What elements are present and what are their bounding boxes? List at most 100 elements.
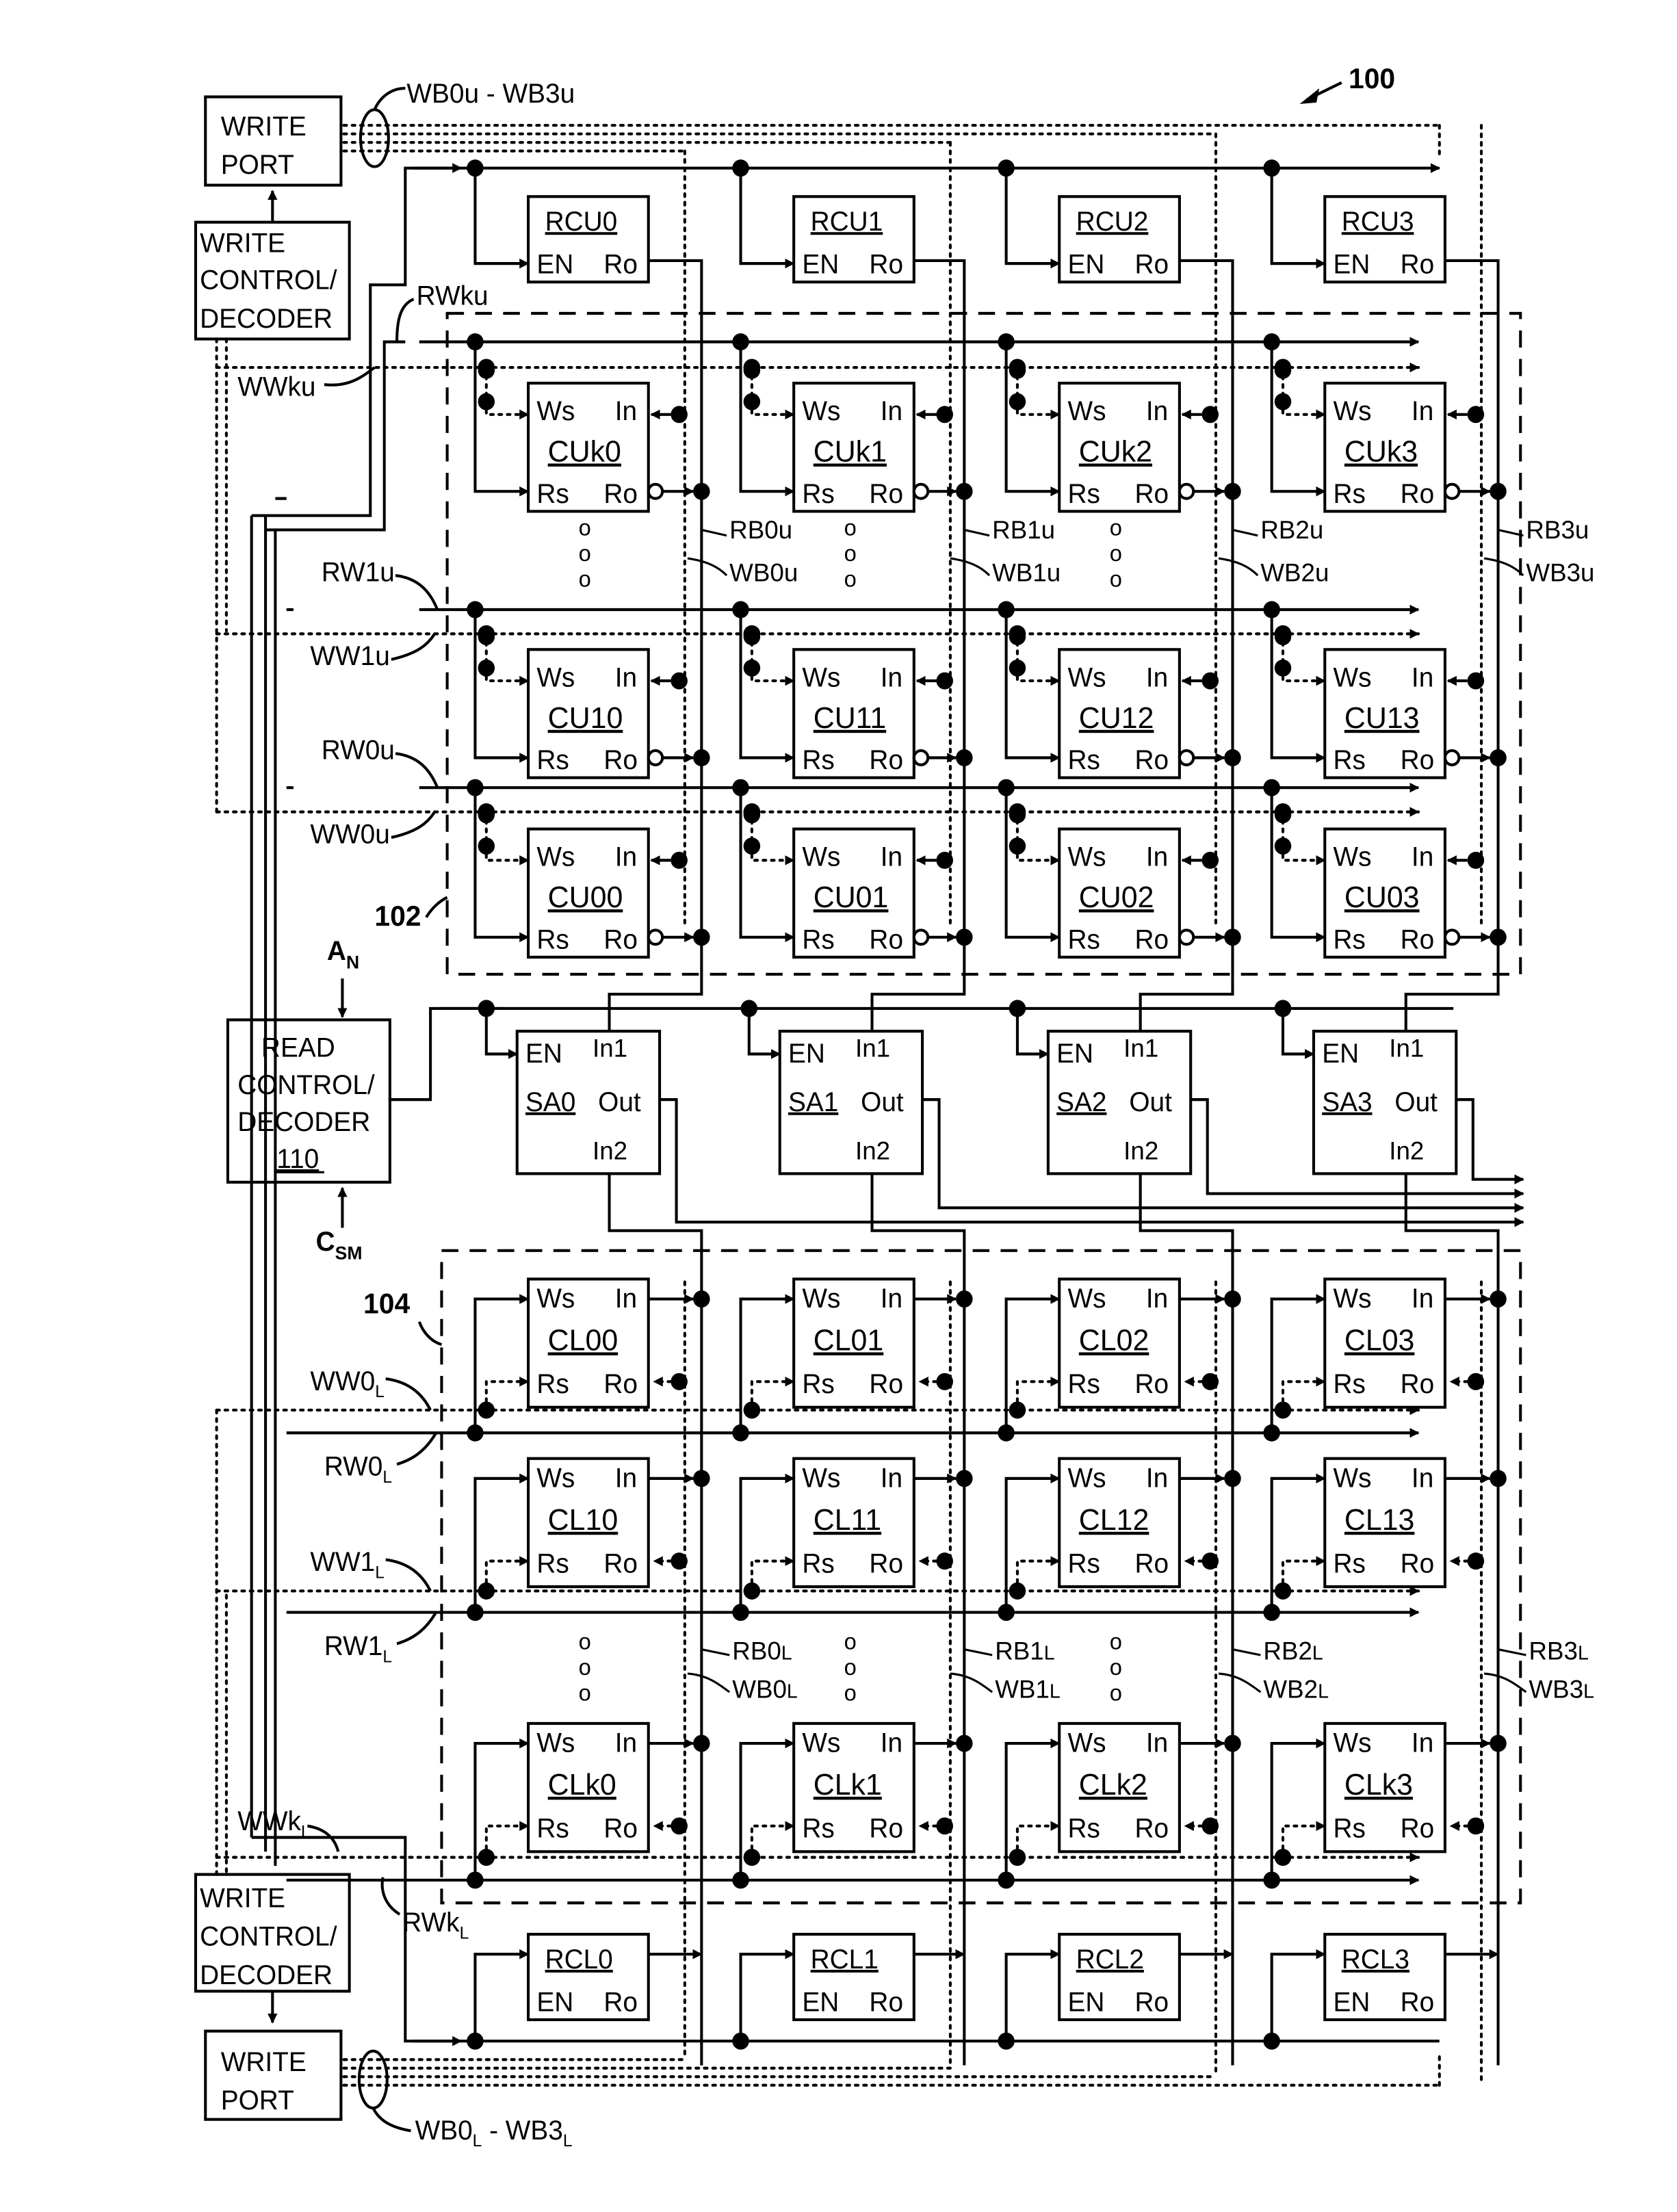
sa-en-pin: EN <box>1322 1039 1359 1069</box>
wb-label-leader <box>687 557 728 577</box>
ws-pin: Ws <box>1334 1728 1372 1758</box>
lower-write-bus: WB0L - WB3L <box>342 2049 1441 2150</box>
ro-pin: Ro <box>603 925 638 954</box>
rs-pin: Rs <box>1334 1814 1366 1843</box>
in-pin: In <box>1412 663 1433 692</box>
ro-pin: Ro <box>1135 925 1169 954</box>
read-bit-junction <box>1224 749 1241 766</box>
ws-pin: Ws <box>1067 1284 1106 1314</box>
write-bit-junction <box>1224 1290 1241 1308</box>
lower-bus-label-leader <box>372 2107 411 2133</box>
address-input-label: AN <box>327 937 359 973</box>
row-ellipsis: o <box>579 541 591 566</box>
csm-input-label: CSM <box>316 1227 363 1263</box>
ref-cell-ro-pin: Ro <box>603 1988 638 2017</box>
read-bit-line-label: RB1L <box>995 1636 1054 1665</box>
rw-label-leader <box>395 573 439 610</box>
ro-pin: Ro <box>1401 1370 1435 1399</box>
rs-pin: Rs <box>802 480 834 509</box>
rcu-output-line <box>648 259 703 983</box>
rs-pin: Rs <box>1067 1549 1100 1578</box>
ro-pin: Ro <box>869 1370 903 1399</box>
sa-out-pin: Out <box>1394 1087 1438 1117</box>
ro-pin: Ro <box>869 1814 903 1843</box>
figure-reference: 100 <box>1299 63 1395 104</box>
ws-pin: Ws <box>1067 663 1106 692</box>
row-ellipsis: o <box>579 1654 591 1680</box>
rs-pin: Rs <box>1334 925 1366 954</box>
ref-cell-ro-pin: Ro <box>1401 250 1435 279</box>
rs-pin: Rs <box>1067 746 1100 775</box>
rb-label-leader <box>963 528 990 537</box>
in-pin: In <box>881 1463 902 1493</box>
lower-array-ref: 104 <box>363 1288 410 1319</box>
read-word-line-label: RWku <box>417 281 489 311</box>
read-bit-line-label: RB2u <box>1260 515 1323 544</box>
ro-pin: Ro <box>603 1549 638 1578</box>
rb-label-leader <box>1498 1648 1526 1656</box>
upper-write-port: WRITE PORT <box>204 95 343 187</box>
memory-cell-name: CU01 <box>814 881 889 914</box>
sa-output-wire <box>1456 1098 1524 1184</box>
read-word-line-label: RW1u <box>322 558 395 587</box>
ws-pin: Ws <box>1067 1728 1106 1758</box>
read-bit-junction <box>693 482 710 500</box>
inverted-output-bubble <box>647 482 664 500</box>
read-control-label-1: READ <box>261 1033 335 1063</box>
row-ellipsis: o <box>844 515 857 540</box>
write-bit-junction <box>1224 1470 1241 1487</box>
rw-label-leader <box>396 1432 438 1466</box>
sa-in2-pin: In2 <box>1389 1136 1424 1164</box>
ref-cell-name: RCL0 <box>545 1945 613 1975</box>
rb-label-leader <box>1232 1648 1261 1656</box>
row-ellipsis: o <box>1110 1680 1122 1705</box>
sense-amp-name: SA0 <box>525 1087 575 1117</box>
row-ellipsis: o <box>844 1628 857 1654</box>
read-bit-junction <box>1490 482 1507 500</box>
rw-label-leader <box>395 298 415 342</box>
sa-en-pin: EN <box>1056 1039 1093 1069</box>
write-bit-line-label: WB1u <box>992 558 1061 586</box>
memory-cell-name: CU11 <box>814 701 886 734</box>
rs-pin: Rs <box>802 1370 834 1399</box>
rb-label-leader <box>1232 528 1258 537</box>
memory-cell-name: CU02 <box>1079 881 1154 914</box>
sa-in1-wire <box>1404 983 1500 1032</box>
memory-cell-name: CL11 <box>814 1503 881 1536</box>
rcu-enable-branch <box>1270 168 1326 269</box>
row-ellipsis: o <box>579 1680 591 1705</box>
read-control-label-3: DECODER <box>237 1108 370 1137</box>
in-pin: In <box>615 842 637 872</box>
rs-pin: Rs <box>536 480 569 509</box>
ro-pin: Ro <box>603 480 638 509</box>
write-bit-junction <box>693 1290 710 1308</box>
ref-cell-ro-pin: Ro <box>1135 1988 1169 2017</box>
row-ellipsis: o <box>1110 566 1122 591</box>
inverted-output-bubble <box>647 749 664 766</box>
read-bit-junction <box>1490 749 1507 766</box>
rs-pin: Rs <box>1067 480 1100 509</box>
ro-pin: Ro <box>869 925 903 954</box>
in-pin: In <box>1146 663 1168 692</box>
row-ellipsis: o <box>579 1628 591 1654</box>
row-ellipsis: o <box>1110 1628 1122 1654</box>
sa-in1-pin: In1 <box>855 1033 890 1062</box>
ro-pin: Ro <box>1135 746 1169 775</box>
write-bit-line-label: WB0u <box>729 558 798 586</box>
write-bit-line-label: WB1L <box>995 1674 1061 1703</box>
ref-cell-ro-pin: Ro <box>1135 250 1169 279</box>
ref-cell-en-pin: EN <box>1067 250 1104 279</box>
ws-pin: Ws <box>1334 1284 1372 1314</box>
ws-pin: Ws <box>802 663 840 692</box>
write-word-line-label: WWku <box>237 372 315 402</box>
ws-pin: Ws <box>536 1463 575 1493</box>
write-word-line-label: WW1L <box>310 1548 384 1583</box>
ws-pin: Ws <box>1067 397 1106 426</box>
rcl-enable-branch <box>1004 1949 1061 2042</box>
row-ellipsis: o <box>1110 541 1122 566</box>
memory-array-diagram: 100 WRITE PORT WRITE CONTROL/ DECODER WB… <box>0 0 1677 2212</box>
lower-write-control-label-1: WRITE <box>200 1884 285 1913</box>
bus-label-leader <box>373 86 406 111</box>
lower-write-port: WRITE PORT <box>204 2029 343 2121</box>
rs-pin: Rs <box>1067 925 1100 954</box>
